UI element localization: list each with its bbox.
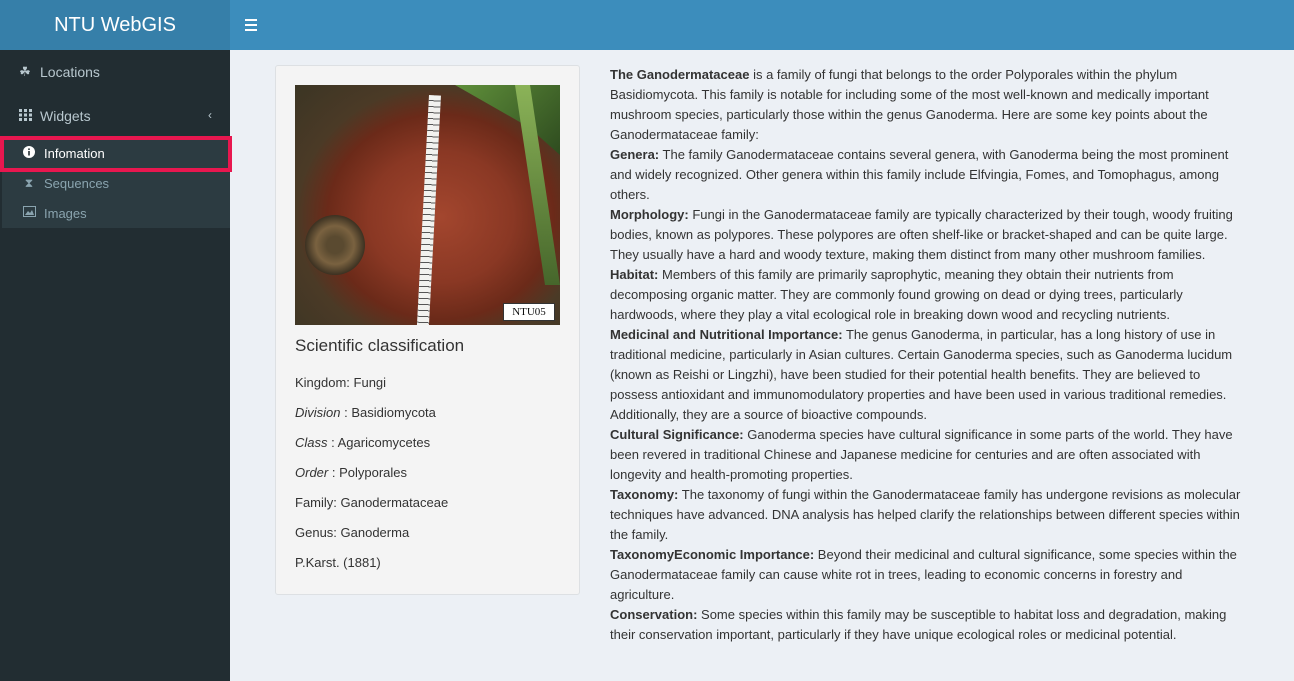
leaf-icon: ☘ <box>19 64 31 79</box>
photo-wood-knot <box>305 215 365 275</box>
division-row: Division : Basidiomycota <box>295 398 448 428</box>
section-text: Some species within this family may be s… <box>610 607 1227 642</box>
photo-leaf <box>455 85 560 155</box>
class-row: Class : Agaricomycetes <box>295 428 448 458</box>
section-title: TaxonomyEconomic Importance: <box>610 547 815 562</box>
division-value: : Basidiomycota <box>340 405 436 420</box>
section-text: Members of this family are primarily sap… <box>610 267 1183 322</box>
section-title: Taxonomy: <box>610 487 679 502</box>
sidebar-item-widgets[interactable]: Widgets ‹ <box>0 94 230 138</box>
image-icon <box>22 206 36 220</box>
family-description: The Ganodermataceae is a family of fungi… <box>610 65 1250 645</box>
classification-title: Scientific classification <box>295 336 465 355</box>
specimen-label: NTU05 <box>503 303 555 321</box>
sidebar-item-label: Locations <box>40 64 100 80</box>
section-text: The taxonomy of fungi within the Ganoder… <box>610 487 1241 542</box>
section-text: The family Ganodermataceae contains seve… <box>610 147 1229 202</box>
grid-icon <box>18 108 32 124</box>
classification-card: NTU05 Scientific classification Kingdom:… <box>275 65 580 595</box>
sidebar-item-locations[interactable]: ☘ Locations <box>0 50 230 94</box>
section-title: Habitat: <box>610 267 659 282</box>
section-title: Cultural Significance: <box>610 427 744 442</box>
kingdom-row: Kingdom: Fungi <box>295 375 387 390</box>
family-row: Family: Ganodermataceae <box>295 495 449 510</box>
order-key: Order <box>295 465 329 480</box>
section-paragraph: Morphology: Fungi in the Ganodermataceae… <box>610 205 1250 265</box>
class-key: Class <box>295 435 328 450</box>
sidebar-item-label: Infomation <box>44 145 105 161</box>
sidebar: ☘ Locations Widgets ‹ Infomation ⧗ Seque… <box>0 50 232 681</box>
sidebar-item-infomation[interactable]: Infomation <box>2 138 230 168</box>
chevron-left-icon: ‹ <box>208 108 212 122</box>
section-title: Genera: <box>610 147 660 162</box>
genus-row: Genus: Ganoderma <box>295 525 410 540</box>
section-paragraph: Conservation: Some species within this f… <box>610 605 1250 645</box>
specimen-photo[interactable]: NTU05 <box>295 85 560 325</box>
info-icon <box>22 145 36 161</box>
authority-row: P.Karst. (1881) <box>295 555 381 570</box>
section-paragraph: Genera: The family Ganodermataceae conta… <box>610 145 1250 205</box>
section-paragraph: Cultural Significance: Ganoderma species… <box>610 425 1250 485</box>
section-title: Medicinal and Nutritional Importance: <box>610 327 843 342</box>
section-title: Conservation: <box>610 607 698 622</box>
widgets-submenu: Infomation ⧗ Sequences Images <box>2 138 230 228</box>
section-text: Fungi in the Ganodermataceae family are … <box>610 207 1233 262</box>
section-paragraph: TaxonomyEconomic Importance: Beyond thei… <box>610 545 1250 605</box>
sidebar-item-label: Images <box>44 205 87 221</box>
intro-paragraph: The Ganodermataceae is a family of fungi… <box>610 65 1250 145</box>
section-paragraph: Medicinal and Nutritional Importance: Th… <box>610 325 1250 425</box>
section-paragraph: Habitat: Members of this family are prim… <box>610 265 1250 325</box>
sidebar-item-label: Widgets <box>40 108 91 124</box>
photo-ruler <box>416 95 441 325</box>
section-title: Morphology: <box>610 207 689 222</box>
sidebar-item-images[interactable]: Images <box>2 198 230 228</box>
order-row: Order : Polyporales <box>295 458 448 488</box>
sidebar-item-label: Sequences <box>44 175 110 191</box>
app-logo[interactable]: NTU WebGIS <box>0 0 230 50</box>
sidebar-item-sequences[interactable]: ⧗ Sequences <box>2 168 230 198</box>
top-navbar <box>230 0 1294 50</box>
sidebar-toggle-icon[interactable] <box>242 14 260 36</box>
section-paragraph: Taxonomy: The taxonomy of fungi within t… <box>610 485 1250 545</box>
division-key: Division <box>295 405 341 420</box>
app-title: NTU WebGIS <box>54 13 176 36</box>
class-value: : Agaricomycetes <box>327 435 431 450</box>
hourglass-icon: ⧗ <box>24 175 34 190</box>
classification-list: Kingdom: Fungi Division : Basidiomycota … <box>295 368 448 578</box>
intro-title: The Ganodermataceae <box>610 67 750 82</box>
order-value: : Polyporales <box>328 465 407 480</box>
